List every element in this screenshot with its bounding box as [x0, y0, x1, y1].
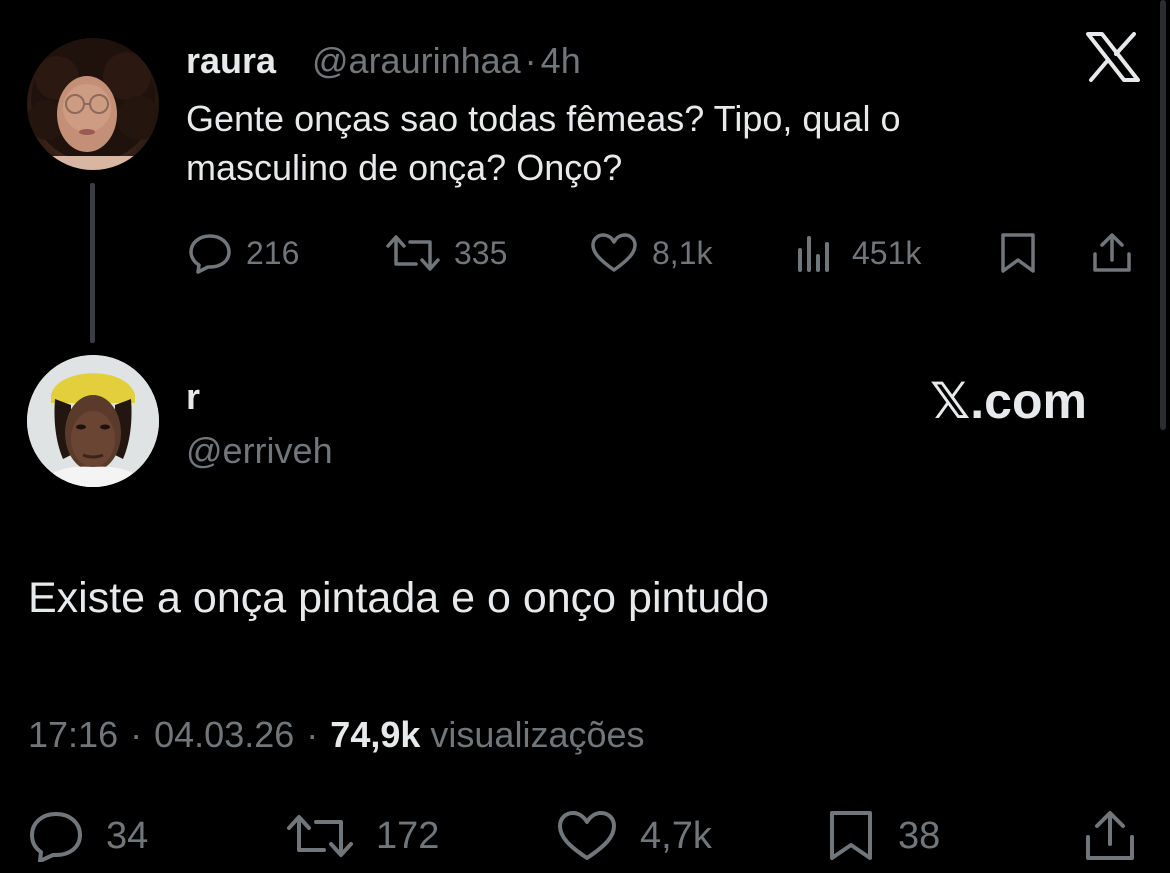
reply-reply-count: 34 — [106, 814, 149, 857]
quoted-bookmark-button[interactable] — [998, 232, 1038, 274]
x-logo-icon[interactable] — [1086, 32, 1140, 87]
quoted-views-button[interactable]: 451k — [796, 232, 921, 274]
reply-reply-button[interactable]: 34 — [28, 810, 148, 862]
quoted-repost-count: 335 — [454, 234, 508, 271]
reply-icon — [30, 812, 82, 862]
scrollbar[interactable] — [1160, 0, 1166, 430]
reply-separator-1: · — [130, 714, 143, 755]
bookmark-icon — [1001, 233, 1035, 273]
reply-meta-line: 17:16 · 04.03.26 · 74,9k visualizações — [28, 714, 645, 756]
reply-handle[interactable]: @erriveh — [186, 430, 333, 472]
views-icon — [798, 236, 829, 272]
share-icon — [1093, 233, 1131, 272]
reply-repost-button[interactable]: 172 — [286, 810, 439, 862]
reply-share-button[interactable] — [1082, 810, 1138, 862]
reply-icon — [189, 234, 231, 274]
quoted-like-button[interactable]: 8,1k — [590, 232, 712, 274]
quoted-reply-button[interactable]: 216 — [188, 232, 299, 274]
quoted-display-name[interactable]: raura — [186, 40, 276, 82]
reply-views-label: visualizações — [430, 714, 645, 755]
reply-like-button[interactable]: 4,7k — [556, 810, 712, 862]
quoted-text-line-1: Gente onças sao todas fêmeas? Tipo, qual… — [186, 98, 901, 139]
reply-bookmark-count: 38 — [898, 814, 941, 857]
avatar-raura[interactable] — [27, 38, 159, 170]
heart-icon — [591, 233, 637, 272]
reply-separator-2: · — [306, 714, 319, 755]
reply-repost-count: 172 — [376, 814, 440, 857]
quoted-repost-button[interactable]: 335 — [386, 232, 507, 274]
quoted-time[interactable]: 4h — [541, 40, 581, 81]
avatar-r[interactable] — [27, 355, 159, 487]
quoted-like-count: 8,1k — [652, 234, 713, 271]
bookmark-icon — [830, 811, 872, 860]
quoted-handle[interactable]: @araurinhaa — [312, 40, 521, 81]
repost-icon — [287, 815, 353, 857]
avatar-r-image — [27, 355, 159, 487]
share-icon — [1086, 811, 1134, 860]
reply-tweet-text: Existe a onça pintada e o onço pintudo — [28, 574, 770, 622]
repost-icon — [386, 235, 440, 271]
quoted-text-line-2: masculino de onça? Onço? — [186, 147, 623, 188]
quoted-share-button[interactable] — [1090, 232, 1134, 274]
reply-time[interactable]: 17:16 — [28, 714, 118, 755]
reply-date[interactable]: 04.03.26 — [154, 714, 294, 755]
heart-icon — [558, 811, 616, 860]
avatar-raura-image — [27, 38, 159, 170]
quoted-views-count: 451k — [852, 234, 922, 271]
reply-bookmark-button[interactable]: 38 — [826, 810, 940, 862]
quoted-handle-meta: @araurinhaa · 4h — [312, 40, 581, 82]
thread-connector-line — [90, 183, 95, 343]
x-com-watermark: 𝕏.com — [930, 373, 1087, 429]
reply-like-count: 4,7k — [640, 814, 712, 857]
reply-views-count: 74,9k — [330, 714, 421, 755]
reply-display-name[interactable]: r — [186, 376, 200, 418]
quoted-reply-count: 216 — [246, 234, 300, 271]
quoted-separator: · — [524, 40, 537, 81]
quoted-tweet-text: Gente onças sao todas fêmeas? Tipo, qual… — [186, 94, 900, 192]
